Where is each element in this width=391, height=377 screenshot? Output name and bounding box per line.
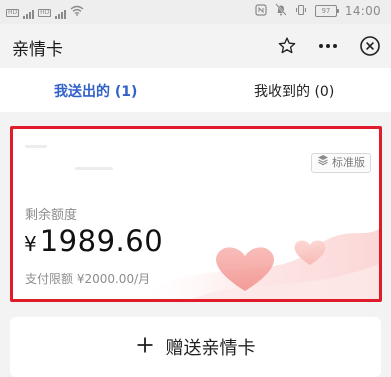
currency-symbol: ¥ [24, 232, 37, 256]
status-bar: HD HD 97 14:00 [0, 0, 391, 24]
edition-badge: 标准版 [311, 153, 371, 173]
tab-sent[interactable]: 我送出的 (1) [54, 81, 137, 101]
balance-value: 1989.60 [39, 224, 164, 258]
layers-icon [317, 154, 329, 172]
page-title: 亲情卡 [12, 40, 63, 60]
mute-bell-icon [275, 3, 287, 19]
close-icon[interactable] [359, 35, 381, 57]
tab-bar: 我送出的 (1) 我收到的 (0) [0, 68, 391, 112]
nav-bar: 亲情卡 [0, 24, 391, 68]
main-content: 标准版 剩余额度 ¥ 1989.60 支付限额 ¥2000.00/月 赠送亲情卡 [0, 112, 391, 377]
hd-label: HD [6, 9, 20, 17]
tab-received[interactable]: 我收到的 (0) [254, 81, 334, 101]
hd-label-2: HD [38, 9, 52, 17]
star-icon[interactable] [277, 36, 297, 56]
badge-label: 标准版 [332, 156, 365, 169]
signal-icon [23, 7, 35, 19]
plus-icon [136, 336, 154, 359]
nav-actions [277, 34, 381, 58]
more-icon[interactable] [317, 36, 339, 56]
owner-info-blurred [23, 145, 133, 185]
payment-limit: 支付限额 ¥2000.00/月 [25, 272, 151, 286]
family-card[interactable]: 标准版 剩余额度 ¥ 1989.60 支付限额 ¥2000.00/月 [10, 126, 382, 302]
signal-icon-2 [55, 7, 67, 19]
gift-card-button[interactable]: 赠送亲情卡 [10, 317, 381, 377]
clock: 14:00 [344, 4, 381, 18]
battery-icon: 97 [314, 5, 339, 17]
status-left: HD HD [6, 3, 84, 19]
status-right: 97 14:00 [255, 3, 381, 19]
wifi-icon [70, 5, 84, 19]
balance-label: 剩余额度 [25, 208, 78, 223]
nfc-icon [255, 3, 267, 19]
vibrate-icon [295, 4, 307, 19]
gift-button-label: 赠送亲情卡 [165, 338, 256, 359]
balance-amount: ¥ 1989.60 [24, 224, 163, 258]
